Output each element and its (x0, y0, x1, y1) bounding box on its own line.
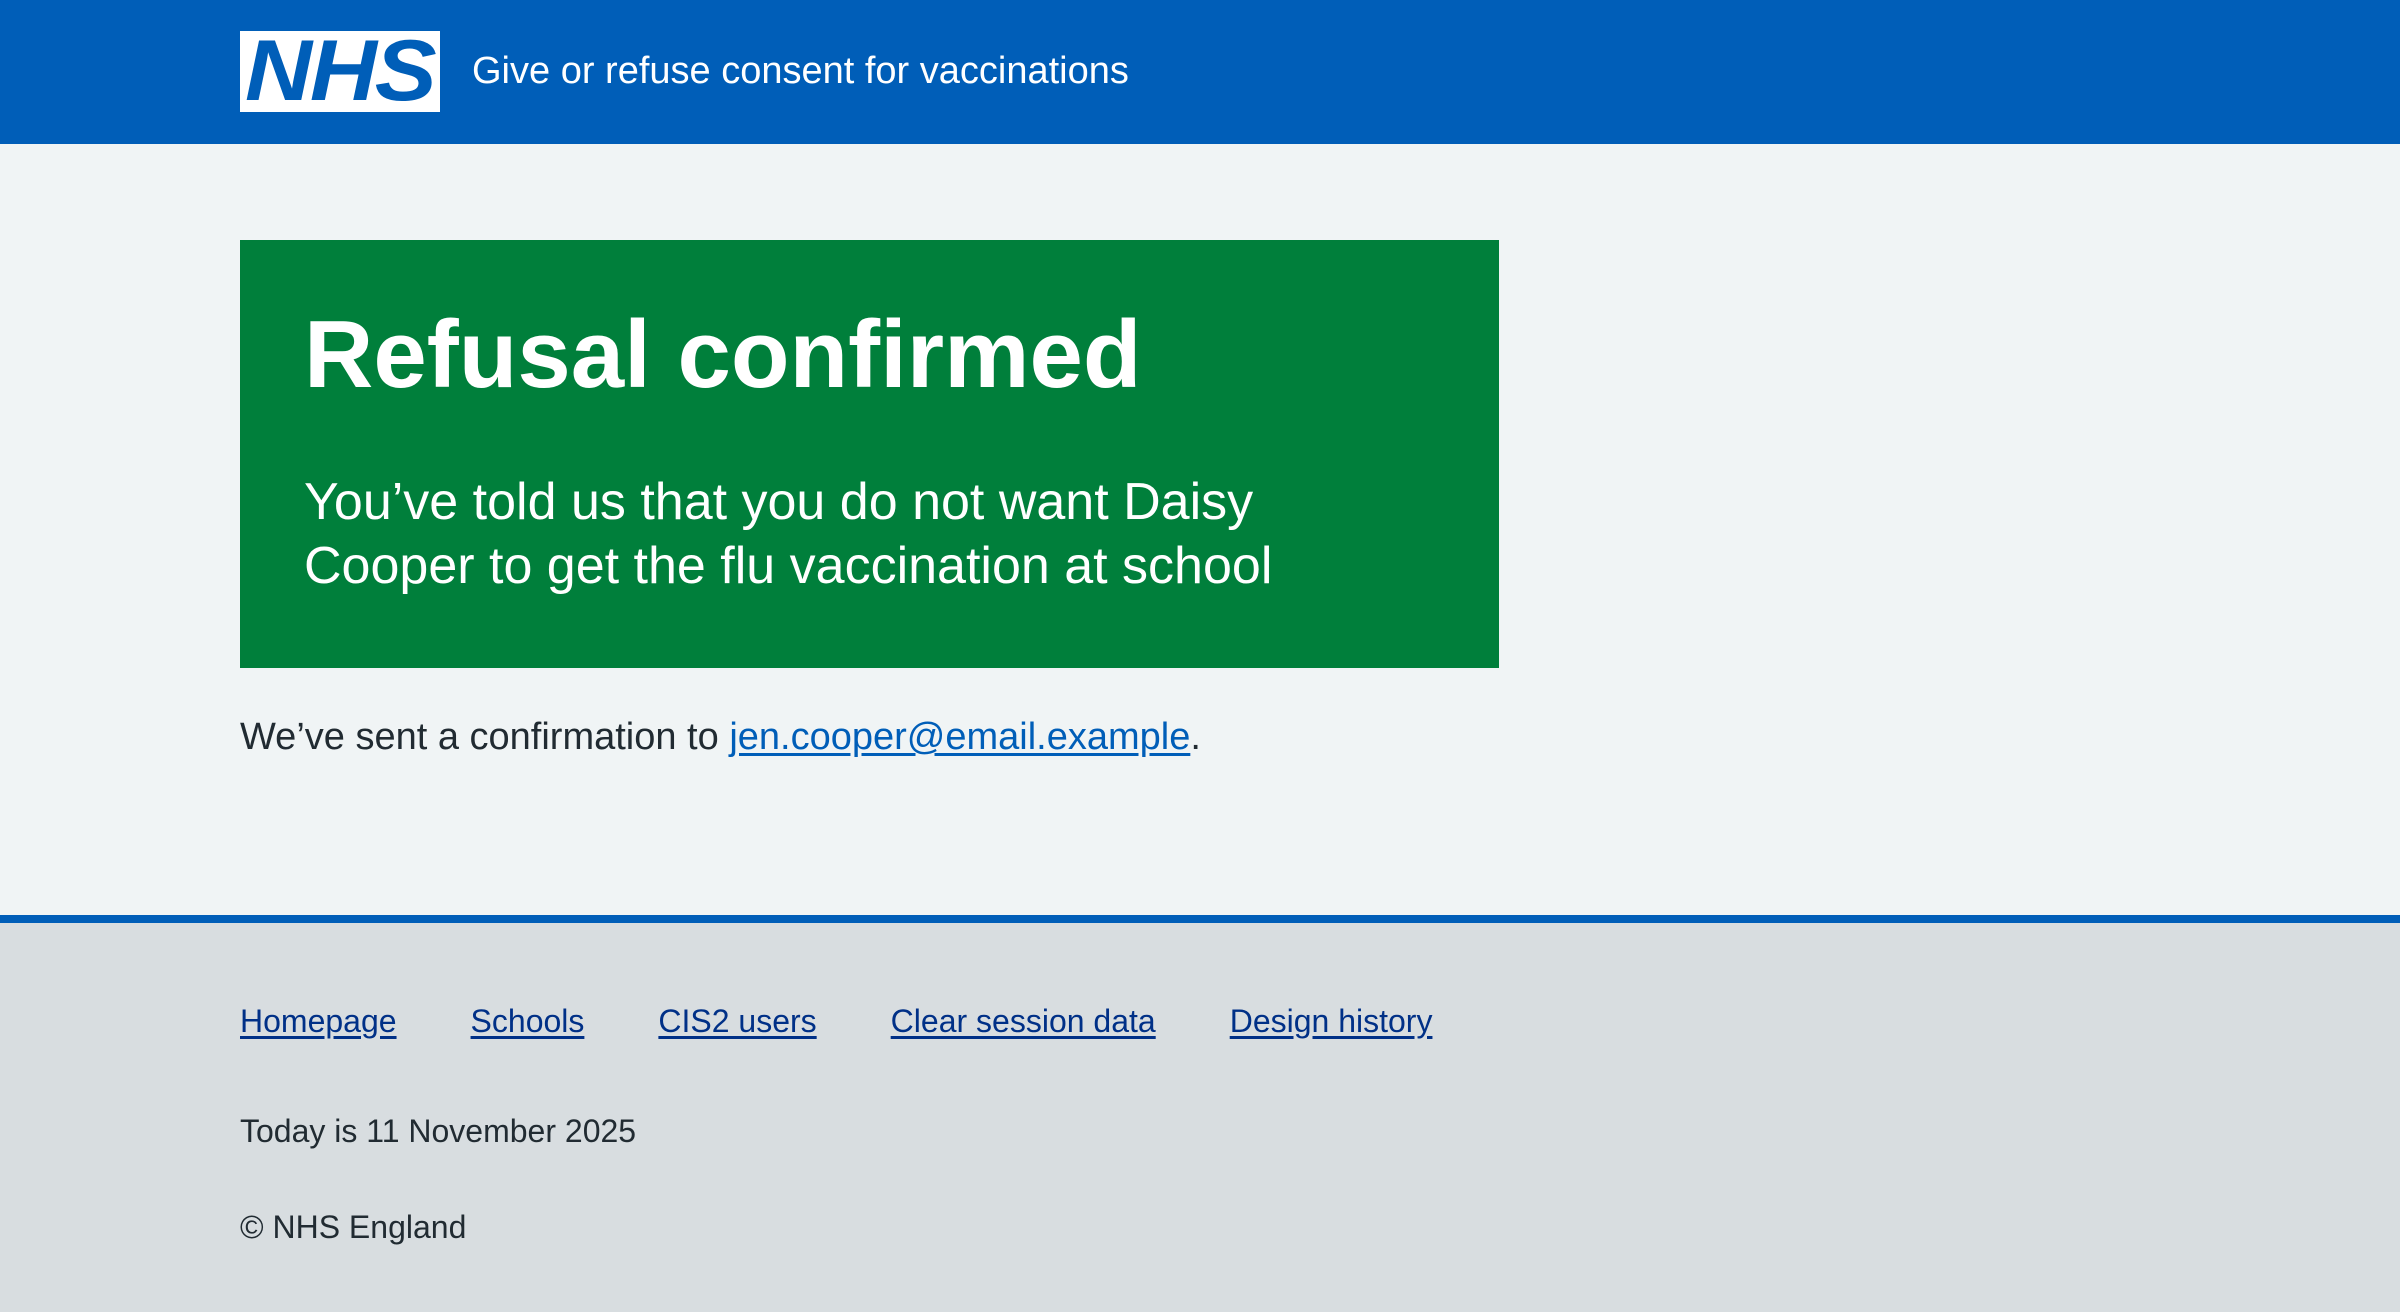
nhs-logo-text: NHS (245, 23, 437, 119)
email-link[interactable]: jen.cooper@email.example (729, 716, 1190, 758)
site-footer: Homepage Schools CIS2 users Clear sessio… (0, 915, 2400, 1312)
service-name-link[interactable]: Give or refuse consent for vaccinations (472, 46, 1129, 96)
site-header: NHS Give or refuse consent for vaccinati… (0, 0, 2400, 144)
confirmation-message: We’ve sent a confirmation to jen.cooper@… (240, 712, 1201, 762)
footer-link-schools[interactable]: Schools (471, 1003, 585, 1039)
main-content: Refusal confirmed You’ve told us that yo… (0, 144, 2400, 915)
footer-link-design-history[interactable]: Design history (1230, 1003, 1433, 1039)
footer-links: Homepage Schools CIS2 users Clear sessio… (240, 1001, 1506, 1041)
panel-body: You’ve told us that you do not want Dais… (304, 473, 1273, 595)
today-date: Today is 11 November 2025 (240, 1113, 637, 1149)
nhs-logo[interactable]: NHS (240, 23, 440, 119)
footer-link-cis2-users[interactable]: CIS2 users (658, 1003, 816, 1039)
footer-link-clear-session-data[interactable]: Clear session data (891, 1003, 1156, 1039)
copyright: © NHS England (240, 1209, 467, 1245)
panel-title: Refusal confirmed (304, 301, 1142, 408)
footer-link-homepage[interactable]: Homepage (240, 1003, 397, 1039)
confirmation-prefix: We’ve sent a confirmation to (240, 716, 730, 758)
confirmation-panel: Refusal confirmed You’ve told us that yo… (240, 240, 1499, 668)
confirmation-suffix: . (1190, 716, 1201, 758)
